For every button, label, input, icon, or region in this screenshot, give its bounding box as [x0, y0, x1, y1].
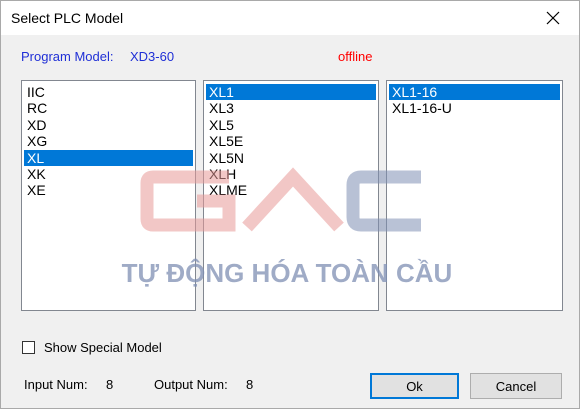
list-item[interactable]: XL5N	[206, 150, 376, 166]
list-item[interactable]: XL5	[206, 117, 376, 133]
list-item[interactable]: XG	[24, 133, 193, 149]
close-icon	[546, 11, 560, 25]
list-item[interactable]: XLME	[206, 182, 376, 198]
ok-button[interactable]: Ok	[370, 373, 459, 399]
output-num-value: 8	[246, 377, 254, 392]
connection-status: offline	[338, 49, 373, 64]
dialog-title: Select PLC Model	[11, 10, 124, 26]
program-model-value: XD3-60	[130, 49, 175, 64]
list-item[interactable]: XL3	[206, 100, 376, 116]
series-listbox[interactable]: IIC RC XD XG XL XK XE	[21, 80, 196, 311]
list-item[interactable]: XK	[24, 166, 193, 182]
list-item[interactable]: XLH	[206, 166, 376, 182]
list-item[interactable]: XL1-16	[389, 84, 560, 101]
list-item[interactable]: XL1-16-U	[389, 100, 560, 116]
close-button[interactable]	[535, 5, 571, 31]
list-item[interactable]: XL	[24, 149, 193, 166]
output-num-label: Output Num:	[154, 377, 228, 392]
list-item[interactable]: RC	[24, 100, 193, 116]
show-special-model-label: Show Special Model	[44, 340, 162, 355]
cancel-button[interactable]: Cancel	[470, 373, 562, 399]
list-item[interactable]: XL1	[206, 84, 376, 101]
title-bar: Select PLC Model	[1, 1, 579, 35]
list-item[interactable]: IIC	[24, 84, 193, 100]
select-plc-model-dialog: Select PLC Model Program Model: XD3-60 o…	[0, 0, 580, 409]
input-num-label: Input Num:	[24, 377, 88, 392]
show-special-model-checkbox[interactable]	[22, 341, 35, 354]
model-listbox[interactable]: XL1 XL3 XL5 XL5E XL5N XLH XLME	[203, 80, 379, 311]
variant-listbox[interactable]: XL1-16 XL1-16-U	[386, 80, 563, 311]
list-item[interactable]: XD	[24, 117, 193, 133]
program-model-label: Program Model:	[21, 49, 114, 64]
input-num-value: 8	[106, 377, 114, 392]
list-item[interactable]: XE	[24, 182, 193, 198]
list-item[interactable]: XL5E	[206, 133, 376, 149]
